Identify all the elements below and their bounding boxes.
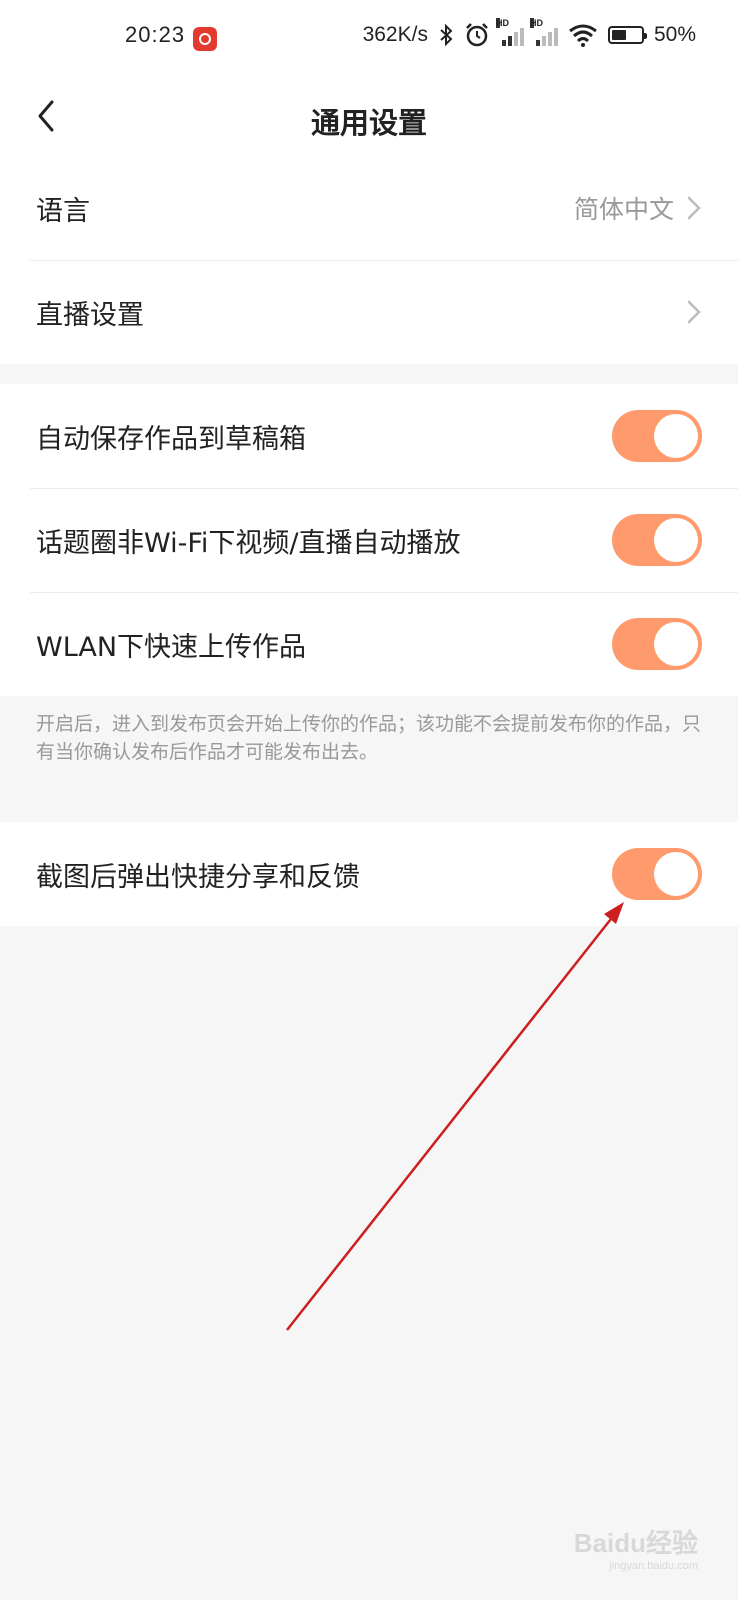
- wlan-upload-toggle[interactable]: [612, 618, 702, 670]
- page-title: 通用设置: [310, 106, 427, 140]
- toggle-knob: [654, 518, 698, 562]
- app-notification-icon: [193, 27, 217, 51]
- screenshot-share-toggle[interactable]: [612, 848, 702, 900]
- settings-group-upload: 自动保存作品到草稿箱 话题圈非Wi-Fi下视频/直播自动播放 WLAN下快速上传…: [0, 384, 738, 696]
- nav-bar: 通用设置: [0, 80, 738, 156]
- toggle-knob: [654, 852, 698, 896]
- signal-hd-icon: HD: [529, 18, 558, 46]
- screenshot-share-label: 截图后弹出快捷分享和反馈: [36, 861, 360, 893]
- toggle-knob: [654, 622, 698, 666]
- language-label: 语言: [36, 195, 90, 227]
- auto-save-draft-label: 自动保存作品到草稿箱: [36, 423, 306, 455]
- autoplay-toggle[interactable]: [612, 514, 702, 566]
- battery-percent: 50%: [653, 23, 696, 46]
- settings-group-general: 语言 简体中文 直播设置: [0, 156, 738, 364]
- watermark-url: jingyan.baidu.com: [609, 1560, 698, 1572]
- autoplay-label: 话题圈非Wi-Fi下视频/直播自动播放: [36, 527, 461, 559]
- baidu-watermark: Baidu经验 jingyan.baidu.com: [574, 1523, 698, 1572]
- wifi-icon: [569, 24, 597, 47]
- signal-hd-icon: HD: [495, 18, 524, 46]
- chevron-right-icon: [686, 299, 702, 325]
- alarm-icon: [466, 23, 488, 47]
- network-speed: 362K/s: [362, 23, 428, 46]
- watermark-brand: Baidu经验: [573, 1528, 698, 1558]
- settings-group-screenshot: 截图后弹出快捷分享和反馈: [0, 822, 738, 926]
- wlan-upload-note: 开启后，进入到发布页会开始上传你的作品；该功能不会提前发布你的作品，只有当你确认…: [36, 713, 702, 763]
- status-icons: 362K/s HD HD 50%: [362, 18, 696, 48]
- live-settings-label: 直播设置: [36, 299, 144, 331]
- battery-icon: [607, 26, 647, 44]
- screenshot-share-row: 截图后弹出快捷分享和反馈: [0, 822, 738, 926]
- auto-save-draft-row: 自动保存作品到草稿箱: [0, 384, 738, 488]
- autoplay-row: 话题圈非Wi-Fi下视频/直播自动播放: [0, 488, 738, 592]
- status-time: 20:23: [125, 22, 186, 47]
- language-row[interactable]: 语言 简体中文: [0, 156, 738, 260]
- bluetooth-icon: [440, 23, 453, 47]
- toggle-knob: [654, 414, 698, 458]
- status-bar: 20:23 362K/s HD HD 50%: [0, 0, 738, 80]
- auto-save-draft-toggle[interactable]: [612, 410, 702, 462]
- wlan-upload-row: WLAN下快速上传作品: [0, 592, 738, 696]
- live-settings-row[interactable]: 直播设置: [0, 260, 738, 364]
- language-value: 简体中文: [573, 195, 674, 224]
- wlan-upload-label: WLAN下快速上传作品: [36, 631, 307, 663]
- chevron-right-icon: [686, 195, 702, 221]
